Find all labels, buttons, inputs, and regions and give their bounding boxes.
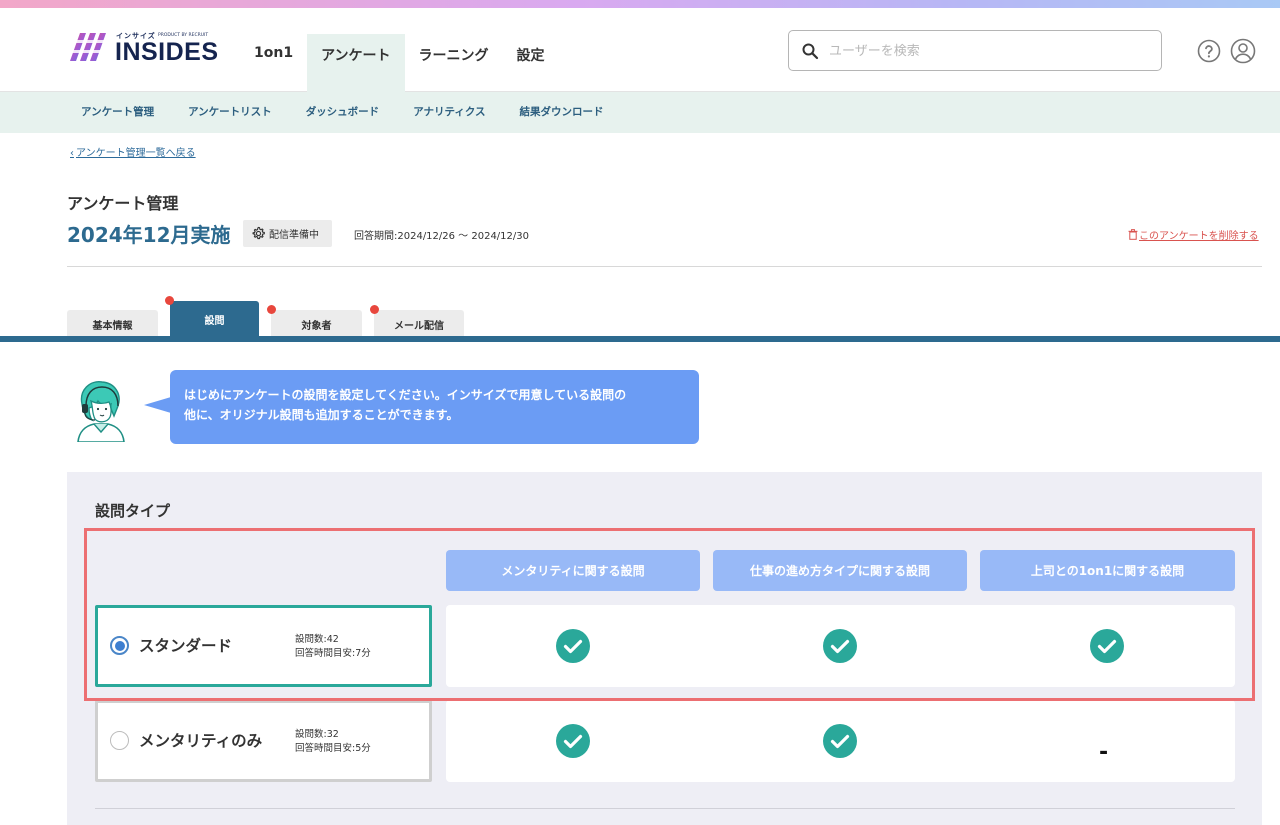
panel-bottom-divider <box>95 808 1235 809</box>
global-nav: 1on1 アンケート ラーニング 設定 <box>240 34 559 92</box>
user-icon[interactable] <box>1230 38 1256 64</box>
nav-item-1on1[interactable]: 1on1 <box>240 34 307 92</box>
app-header: インサイズ PRODUCT BY RECRUIT INSIDES 1on1 アン… <box>0 8 1280 92</box>
radio-mentality-only[interactable] <box>110 731 129 750</box>
assistant-message: はじめにアンケートの設問を設定してください。インサイズで用意している設問の 他に… <box>170 370 699 444</box>
status-label: 配信準備中 <box>269 230 319 241</box>
delete-survey-link[interactable]: このアンケートを削除する <box>1128 227 1259 242</box>
tab-targets-alert-dot <box>267 305 276 314</box>
subnav-item-download[interactable]: 結果ダウンロード <box>503 92 621 133</box>
assistant-message-line-1: はじめにアンケートの設問を設定してください。インサイズで用意している設問の <box>184 388 627 402</box>
tab-questions-alert-dot <box>165 296 174 305</box>
search-icon <box>802 43 819 60</box>
gear-icon <box>252 226 265 240</box>
search-input[interactable] <box>829 40 1149 62</box>
survey-title: 2024年12月実施 <box>67 223 231 247</box>
highlight-frame <box>84 528 1255 701</box>
option-mentality-time: 回答時間目安:5分 <box>295 743 371 754</box>
subnav-item-survey-list[interactable]: アンケートリスト <box>171 92 289 133</box>
subnav-item-dashboard[interactable]: ダッシュボード <box>289 92 397 133</box>
not-included-mark: - <box>1099 740 1109 765</box>
insides-logo[interactable]: インサイズ PRODUCT BY RECRUIT INSIDES <box>70 30 218 70</box>
help-icon[interactable] <box>1197 39 1221 63</box>
assistant-avatar <box>77 381 125 442</box>
tab-basic-info[interactable]: 基本情報 <box>67 310 158 338</box>
assistant-bubble-tail <box>144 397 171 413</box>
subnav-item-analytics[interactable]: アナリティクス <box>396 92 502 133</box>
assistant-message-line-2: 他に、オリジナル設問も追加することができます。 <box>184 408 459 422</box>
answer-period: 回答期間:2024/12/26 〜 2024/12/30 <box>354 231 529 242</box>
tab-mail-delivery[interactable]: メール配信 <box>374 310 464 338</box>
user-search[interactable] <box>788 30 1162 71</box>
survey-subnav: アンケート管理 アンケートリスト ダッシュボード アナリティクス 結果ダウンロー… <box>0 92 1280 133</box>
option-mentality-meta: 設問数:32 回答時間目安:5分 <box>295 728 371 756</box>
option-mentality-label: メンタリティのみ <box>139 732 263 750</box>
check-circle-icon <box>823 724 857 758</box>
tab-underline <box>0 336 1280 342</box>
status-badge: 配信準備中 <box>243 220 332 247</box>
subnav-item-survey-management[interactable]: アンケート管理 <box>64 92 171 133</box>
delete-link-label: このアンケートを削除する <box>1139 231 1259 242</box>
page-heading: アンケート管理 <box>67 194 179 213</box>
nav-item-survey[interactable]: アンケート <box>307 34 405 92</box>
tab-mail-alert-dot <box>370 305 379 314</box>
logo-mark-icon <box>70 33 106 61</box>
back-to-list-link[interactable]: ‹ アンケート管理一覧へ戻る <box>70 144 196 159</box>
nav-item-settings[interactable]: 設定 <box>503 34 559 92</box>
check-circle-icon <box>556 724 590 758</box>
chevron-left-icon: ‹ <box>70 148 74 159</box>
option-mentality-only[interactable]: メンタリティのみ 設問数:32 回答時間目安:5分 <box>95 700 432 782</box>
logo-wordmark: INSIDES <box>115 38 219 66</box>
nav-item-learning[interactable]: ラーニング <box>405 34 503 92</box>
header-divider <box>67 266 1262 267</box>
option-mentality-count: 設問数:32 <box>295 729 339 740</box>
question-type-title: 設問タイプ <box>95 502 171 520</box>
tab-targets[interactable]: 対象者 <box>271 310 362 338</box>
top-gradient-bar <box>0 0 1280 8</box>
tab-questions[interactable]: 設問 <box>170 301 259 338</box>
back-link-label: アンケート管理一覧へ戻る <box>76 148 196 159</box>
trash-icon <box>1128 229 1138 240</box>
